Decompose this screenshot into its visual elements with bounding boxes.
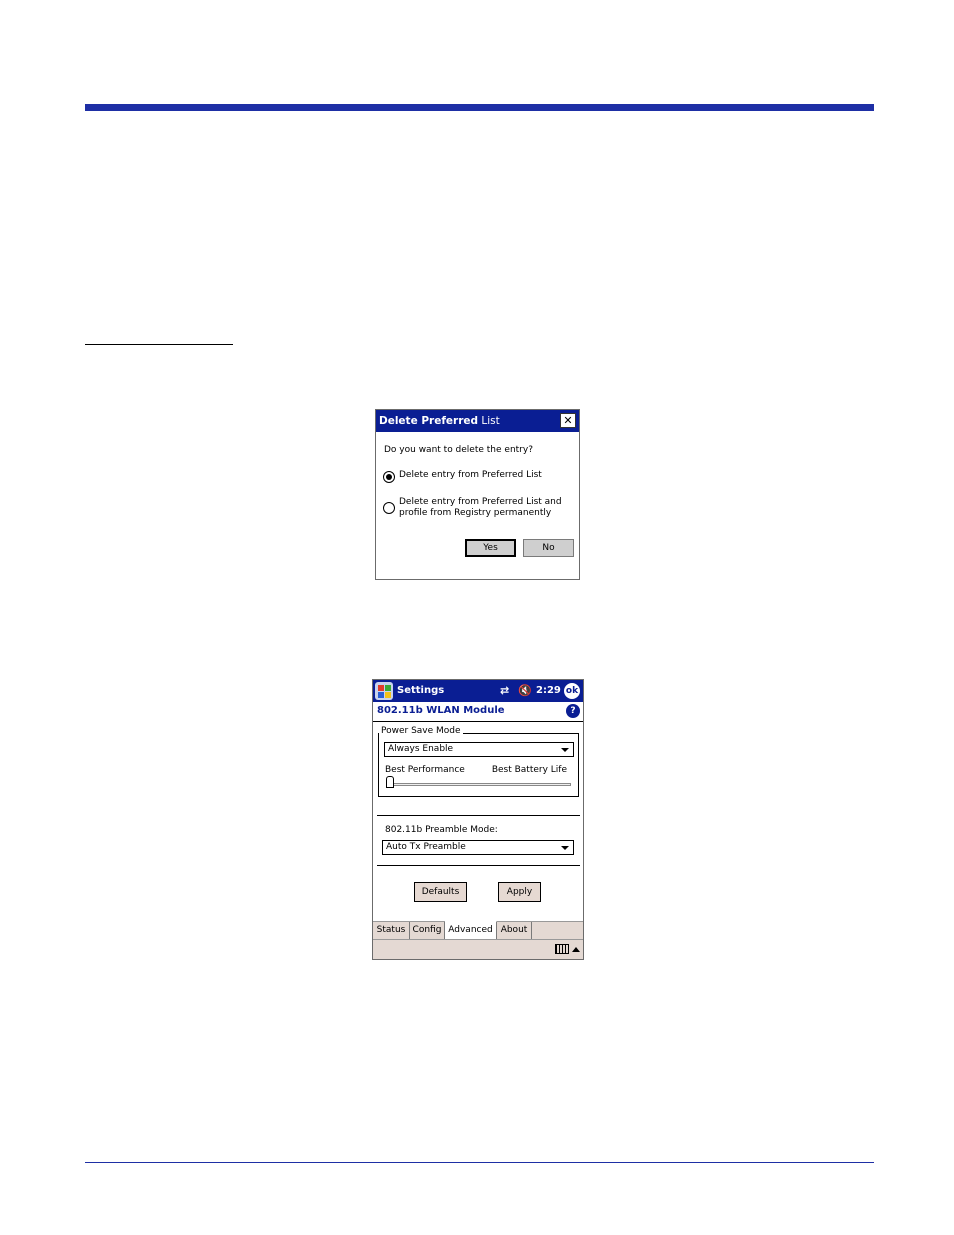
clock[interactable]: 2:29 [536, 685, 561, 696]
preamble-label: 802.11b Preamble Mode: [385, 825, 498, 835]
power-save-slider-thumb[interactable] [386, 776, 394, 788]
navigation-bar: Settings ⇄ 🔇 2:29 ok [373, 680, 583, 702]
footer-rule [85, 1162, 874, 1163]
yes-button[interactable]: Yes [465, 539, 516, 557]
tab-config[interactable]: Config [410, 922, 445, 939]
chevron-down-icon [561, 748, 569, 752]
close-icon: ✕ [563, 414, 573, 427]
tab-about[interactable]: About [497, 922, 532, 939]
keyboard-icon[interactable] [555, 944, 569, 954]
section-divider [377, 815, 580, 816]
slider-right-label: Best Battery Life [491, 765, 567, 775]
title-divider [373, 721, 583, 722]
chevron-down-icon [561, 846, 569, 850]
command-bar [373, 939, 583, 959]
slider-left-label: Best Performance [385, 765, 465, 775]
section-divider [377, 865, 580, 866]
help-icon[interactable]: ? [566, 704, 580, 718]
power-save-dropdown[interactable]: Always Enable [384, 742, 574, 757]
wlan-settings-screen: Settings ⇄ 🔇 2:29 ok 802.11b WLAN Module… [372, 679, 584, 960]
option-delete-from-list-and-registry[interactable]: Delete entry from Preferred List and pro… [383, 497, 563, 519]
option-label: Delete entry from Preferred List [399, 470, 542, 480]
power-save-slider-track[interactable] [390, 783, 571, 786]
section-underline [85, 344, 233, 345]
dialog-title: Delete Preferred List [379, 415, 500, 427]
defaults-button[interactable]: Defaults [414, 882, 467, 902]
header-rule [85, 104, 874, 111]
no-button[interactable]: No [523, 539, 574, 557]
preamble-dropdown[interactable]: Auto Tx Preamble [382, 840, 574, 855]
option-label: Delete entry from Preferred List and pro… [399, 497, 562, 518]
radio-button-selected[interactable] [383, 471, 395, 483]
delete-preferred-list-dialog: Delete Preferred List ✕ Do you want to d… [375, 409, 580, 580]
preamble-selected: Auto Tx Preamble [386, 842, 466, 852]
windows-start-icon[interactable] [375, 682, 393, 700]
ok-button[interactable]: ok [564, 683, 580, 699]
power-save-selected: Always Enable [388, 744, 454, 754]
apply-button[interactable]: Apply [498, 882, 541, 902]
connectivity-icon[interactable]: ⇄ [500, 684, 509, 697]
close-button[interactable]: ✕ [560, 413, 576, 428]
nav-title: Settings [397, 685, 445, 696]
power-save-legend: Power Save Mode [379, 726, 463, 736]
tab-advanced[interactable]: Advanced [445, 921, 497, 939]
radio-button[interactable] [383, 502, 395, 514]
chevron-up-icon[interactable] [572, 947, 580, 952]
dialog-question: Do you want to delete the entry? [384, 445, 533, 455]
volume-muted-icon[interactable]: 🔇 [518, 684, 532, 697]
tab-strip: Status Config Advanced About [373, 921, 583, 939]
dialog-titlebar: Delete Preferred List ✕ [376, 410, 579, 432]
option-delete-from-list[interactable]: Delete entry from Preferred List [383, 470, 542, 483]
tab-status[interactable]: Status [373, 922, 410, 939]
page-title: 802.11b WLAN Module [377, 705, 505, 716]
